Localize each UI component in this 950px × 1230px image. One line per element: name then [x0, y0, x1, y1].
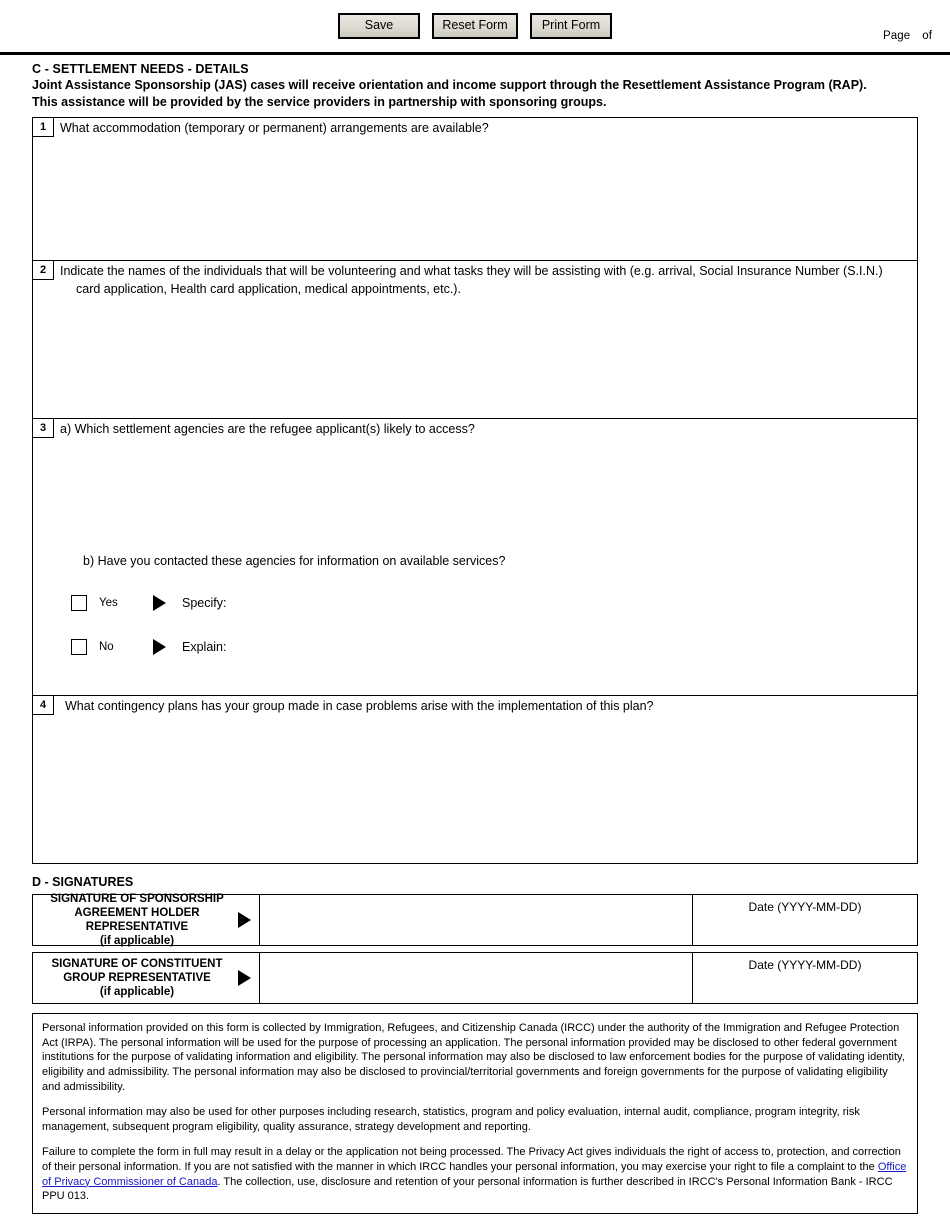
sah-signature-field[interactable] [260, 895, 693, 945]
section-c-intro-line1: Joint Assistance Sponsorship (JAS) cases… [32, 78, 867, 92]
right-triangle-icon [238, 970, 251, 986]
cg-date-cell: Date (YYYY-MM-DD) [693, 953, 917, 1003]
question-3a-label: a) Which settlement agencies are the ref… [60, 422, 475, 436]
cg-date-field[interactable] [693, 972, 917, 998]
form-toolbar: Save Reset Form Print Form Page of [0, 0, 950, 52]
cg-caption-line2: GROUP REPRESENTATIVE [63, 971, 211, 984]
sah-caption-line2: AGREEMENT HOLDER [74, 906, 200, 919]
question-3b-no-checkbox[interactable] [71, 638, 87, 655]
question-1-label: What accommodation (temporary or permane… [60, 121, 489, 135]
sah-caption-line1: SIGNATURE OF SPONSORSHIP [50, 892, 224, 905]
page-number-indicator: Page of [883, 30, 938, 42]
header-divider [0, 52, 950, 55]
privacy-paragraph-3: Failure to complete the form in full may… [42, 1145, 908, 1204]
question-3b-specify-label: Specify: [182, 595, 227, 610]
privacy-paragraph-3-before: Failure to complete the form in full may… [42, 1146, 901, 1173]
section-c-title: C - SETTLEMENT NEEDS - DETAILS [32, 62, 249, 76]
question-3b-no-label: No [99, 640, 114, 653]
privacy-notice: Personal information provided on this fo… [32, 1013, 918, 1214]
question-1-answer-field[interactable] [33, 138, 917, 260]
settlement-needs-questions: 1 What accommodation (temporary or perma… [32, 117, 918, 864]
sah-date-cell: Date (YYYY-MM-DD) [693, 895, 917, 945]
question-3b-explain-label: Explain: [182, 639, 227, 654]
question-4-block: 4 What contingency plans has your group … [33, 696, 917, 864]
question-3a-answer-field[interactable] [33, 439, 917, 549]
signatures-table: SIGNATURE OF SPONSORSHIP AGREEMENT HOLDE… [32, 892, 918, 1004]
signature-row-sponsorship-agreement-holder: SIGNATURE OF SPONSORSHIP AGREEMENT HOLDE… [32, 892, 918, 948]
right-triangle-icon [238, 912, 251, 928]
page-prefix-label: Page [882, 30, 911, 42]
privacy-paragraph-1: Personal information provided on this fo… [42, 1022, 905, 1093]
question-3b-no-row: No Explain: [33, 631, 232, 662]
privacy-paragraph-2: Personal information may also be used fo… [42, 1106, 860, 1133]
sah-date-header: Date (YYYY-MM-DD) [748, 900, 862, 914]
section-d-title: D - SIGNATURES [32, 875, 134, 889]
cg-caption-line3: (if applicable) [99, 986, 175, 998]
sah-caption-line3: REPRESENTATIVE [85, 921, 189, 933]
question-2-answer-field[interactable] [33, 307, 917, 418]
question-3b-yes-label: Yes [99, 596, 118, 609]
question-2-label-line1: Indicate the names of the individuals th… [60, 264, 883, 278]
sah-date-field[interactable] [693, 914, 917, 940]
constituent-group-caption: SIGNATURE OF CONSTITUENT GROUP REPRESENT… [33, 953, 260, 1003]
reset-form-button[interactable]: Reset Form [432, 12, 518, 40]
question-2-block: 2 Indicate the names of the individuals … [33, 261, 917, 419]
question-3b-yes-row: Yes Specify: [33, 587, 232, 618]
cg-caption-line1: SIGNATURE OF CONSTITUENT [51, 957, 223, 970]
section-c-intro-line2: This assistance will be provided by the … [32, 95, 607, 109]
page-suffix-label: of [922, 30, 932, 42]
question-3-number: 3 [33, 419, 54, 438]
cg-signature-field[interactable] [260, 953, 693, 1003]
sah-caption-line4: (if applicable) [99, 935, 175, 948]
question-2-number: 2 [33, 261, 54, 280]
question-3b-yes-checkbox[interactable] [71, 594, 87, 611]
question-4-number: 4 [33, 696, 54, 715]
question-2-label: Indicate the names of the individuals th… [33, 261, 917, 299]
question-3-block: 3 a) Which settlement agencies are the r… [33, 419, 917, 696]
print-form-button[interactable]: Print Form [530, 12, 612, 40]
cg-date-header: Date (YYYY-MM-DD) [748, 958, 862, 972]
question-1-number: 1 [33, 118, 54, 137]
right-triangle-icon [153, 638, 166, 655]
sponsorship-agreement-holder-caption: SIGNATURE OF SPONSORSHIP AGREEMENT HOLDE… [33, 892, 260, 948]
signature-row-constituent-group: SIGNATURE OF CONSTITUENT GROUP REPRESENT… [32, 952, 918, 1004]
question-1-block: 1 What accommodation (temporary or perma… [33, 118, 917, 261]
right-triangle-icon [153, 594, 166, 611]
question-4-label: What contingency plans has your group ma… [65, 699, 654, 713]
question-4-answer-field[interactable] [33, 716, 917, 863]
question-3b-label: b) Have you contacted these agencies for… [83, 554, 506, 568]
save-button[interactable]: Save [338, 12, 420, 40]
question-2-label-line2: card application, Health card applicatio… [76, 281, 461, 296]
form-sheet: C - SETTLEMENT NEEDS - DETAILS Joint Ass… [0, 62, 950, 1214]
